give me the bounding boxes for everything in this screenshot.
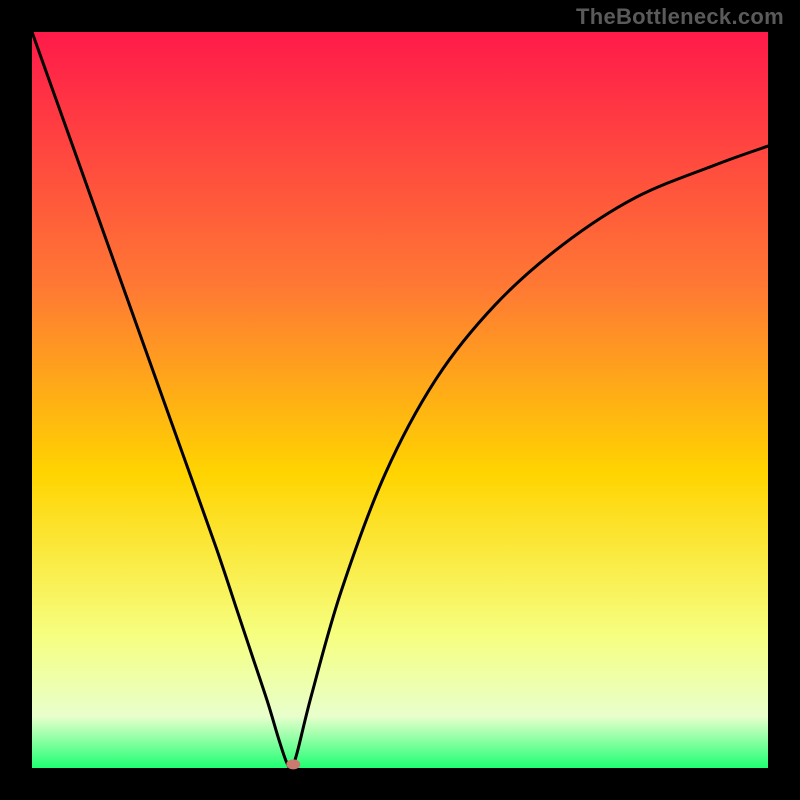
plot-area — [32, 32, 768, 768]
watermark-text: TheBottleneck.com — [576, 4, 784, 30]
chart-svg — [0, 0, 800, 800]
minimum-marker — [286, 759, 300, 769]
